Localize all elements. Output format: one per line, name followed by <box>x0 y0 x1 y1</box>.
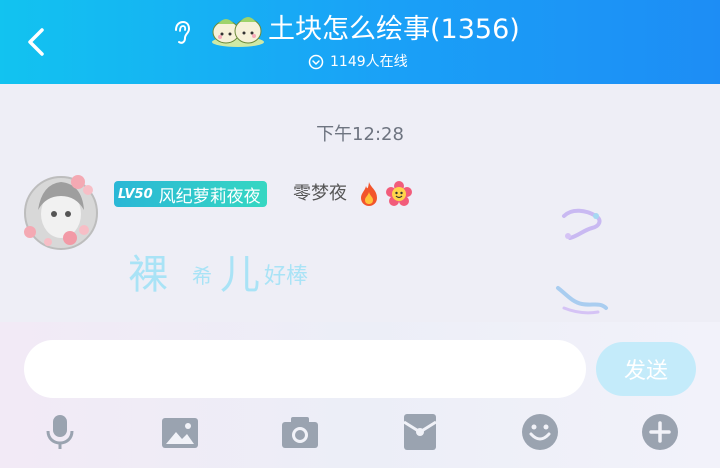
chat-header: 土块怎么绘事(1356) 1149人在线 <box>0 0 720 84</box>
chevron-down-circle-icon <box>308 54 324 70</box>
badge-title: 风纪萝莉夜夜 <box>158 186 261 207</box>
message-input[interactable] <box>24 340 586 398</box>
sender-nickname[interactable]: 零梦夜 <box>293 181 347 207</box>
online-status[interactable]: 1149人在线 <box>308 52 408 72</box>
level-badge: LV50 风纪萝莉夜夜 <box>114 181 267 207</box>
message-char: 希 <box>192 264 212 288</box>
message-timestamp: 下午12:28 <box>316 124 404 145</box>
image-icon[interactable] <box>160 412 200 452</box>
chevron-left-icon <box>28 28 44 56</box>
message-char: 裸 <box>128 252 168 298</box>
camera-icon[interactable] <box>280 412 320 452</box>
fire-icon <box>361 182 377 206</box>
dumplings-emoji <box>212 17 264 47</box>
level-text: LV50 <box>118 186 153 202</box>
online-count: 1149人在线 <box>330 54 408 70</box>
ear-icon[interactable] <box>172 20 192 46</box>
emoji-icon[interactable] <box>520 412 560 452</box>
group-title: 土块怎么绘事(1356) <box>268 14 520 45</box>
sparkle-decoration <box>562 208 602 240</box>
avatar[interactable] <box>18 170 104 256</box>
message-char: 儿 <box>220 252 260 298</box>
microphone-icon[interactable] <box>40 412 80 452</box>
back-button[interactable] <box>20 22 54 62</box>
plus-icon[interactable] <box>640 412 680 452</box>
flower-emoji <box>386 181 412 206</box>
message-char: 好棒 <box>264 264 309 289</box>
red-packet-icon[interactable] <box>400 412 440 452</box>
sparkle-decoration <box>556 286 608 315</box>
send-button[interactable]: 发送 <box>596 342 696 396</box>
